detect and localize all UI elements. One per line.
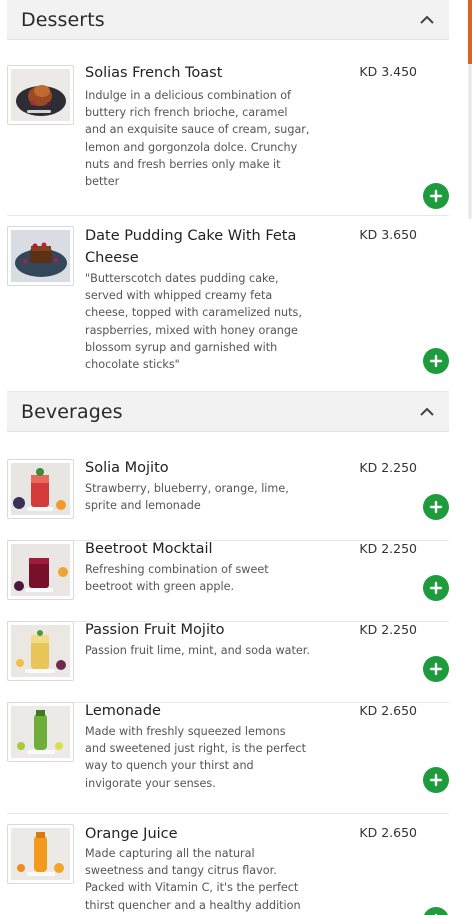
section-header-beverages[interactable]: Beverages: [7, 392, 449, 432]
plus-icon: [429, 581, 443, 595]
chevron-up-icon[interactable]: [419, 404, 435, 420]
item-description: Strawberry, blueberry, orange, lime, spr…: [85, 482, 289, 513]
item-price: KD 2.250: [359, 541, 417, 556]
item-name[interactable]: Date Pudding Cake With Feta Cheese: [85, 225, 296, 269]
add-to-cart-button[interactable]: [423, 183, 449, 209]
menu-item[interactable]: Date Pudding Cake With Feta Cheese "Butt…: [7, 216, 449, 392]
section-title: Beverages: [21, 400, 123, 423]
add-to-cart-button[interactable]: [423, 348, 449, 374]
item-price: KD 2.650: [359, 825, 417, 840]
item-name-line: Date Pudding Cake With Feta: [85, 228, 297, 244]
item-name[interactable]: Orange Juice: [85, 823, 178, 845]
item-name[interactable]: Beetroot Mocktail: [85, 538, 213, 560]
add-to-cart-button[interactable]: [423, 575, 449, 601]
plus-icon: [429, 500, 443, 514]
item-name-line: Cheese: [85, 250, 139, 266]
item-name[interactable]: Lemonade: [85, 700, 161, 722]
scroll-accent: [468, 0, 472, 64]
section-title: Desserts: [21, 8, 105, 31]
plus-icon: [429, 773, 443, 787]
item-price: KD 3.450: [359, 64, 417, 79]
plus-icon: [429, 662, 443, 676]
item-image: [7, 540, 74, 600]
item-price: KD 3.650: [359, 227, 417, 242]
plus-icon: [429, 354, 443, 368]
item-name[interactable]: Solias French Toast: [85, 62, 222, 84]
scrollbar[interactable]: [468, 64, 472, 219]
item-description: Made with freshly squeezed lemons and sw…: [85, 725, 306, 790]
item-image: [7, 621, 74, 681]
item-name[interactable]: Passion Fruit Mojito: [85, 619, 225, 641]
menu-item[interactable]: Solias French Toast Indulge in a delicio…: [7, 62, 449, 216]
item-image: [7, 824, 74, 884]
menu-item[interactable]: Orange Juice Made capturing all the natu…: [7, 814, 449, 915]
item-price: KD 2.650: [359, 703, 417, 718]
item-price: KD 2.250: [359, 622, 417, 637]
add-to-cart-button[interactable]: [423, 907, 449, 915]
item-description: "Butterscotch dates pudding cake, served…: [85, 272, 302, 372]
plus-icon: [429, 189, 443, 203]
item-description: Passion fruit lime, mint, and soda water…: [85, 644, 310, 657]
menu-item[interactable]: Passion Fruit Mojito Passion fruit lime,…: [7, 619, 449, 703]
chevron-up-icon[interactable]: [419, 12, 435, 28]
add-to-cart-button[interactable]: [423, 767, 449, 793]
section-header-desserts[interactable]: Desserts: [7, 0, 449, 40]
menu-item[interactable]: Solia Mojito Strawberry, blueberry, oran…: [7, 457, 449, 541]
item-name[interactable]: Solia Mojito: [85, 457, 169, 479]
add-to-cart-button[interactable]: [423, 656, 449, 682]
add-to-cart-button[interactable]: [423, 494, 449, 520]
item-description: Made capturing all the natural sweetness…: [85, 847, 301, 912]
menu-list: Desserts Solias French Toast Indulge in …: [7, 0, 449, 915]
menu-item[interactable]: Lemonade Made with freshly squeezed lemo…: [7, 700, 449, 814]
item-image: [7, 702, 74, 762]
item-price: KD 2.250: [359, 460, 417, 475]
item-image: [7, 65, 74, 125]
menu-item[interactable]: Beetroot Mocktail Refreshing combination…: [7, 538, 449, 622]
item-image: [7, 226, 74, 286]
item-description: Indulge in a delicious combination of bu…: [85, 89, 310, 189]
item-description: Refreshing combination of sweet beetroot…: [85, 563, 269, 594]
item-image: [7, 459, 74, 519]
